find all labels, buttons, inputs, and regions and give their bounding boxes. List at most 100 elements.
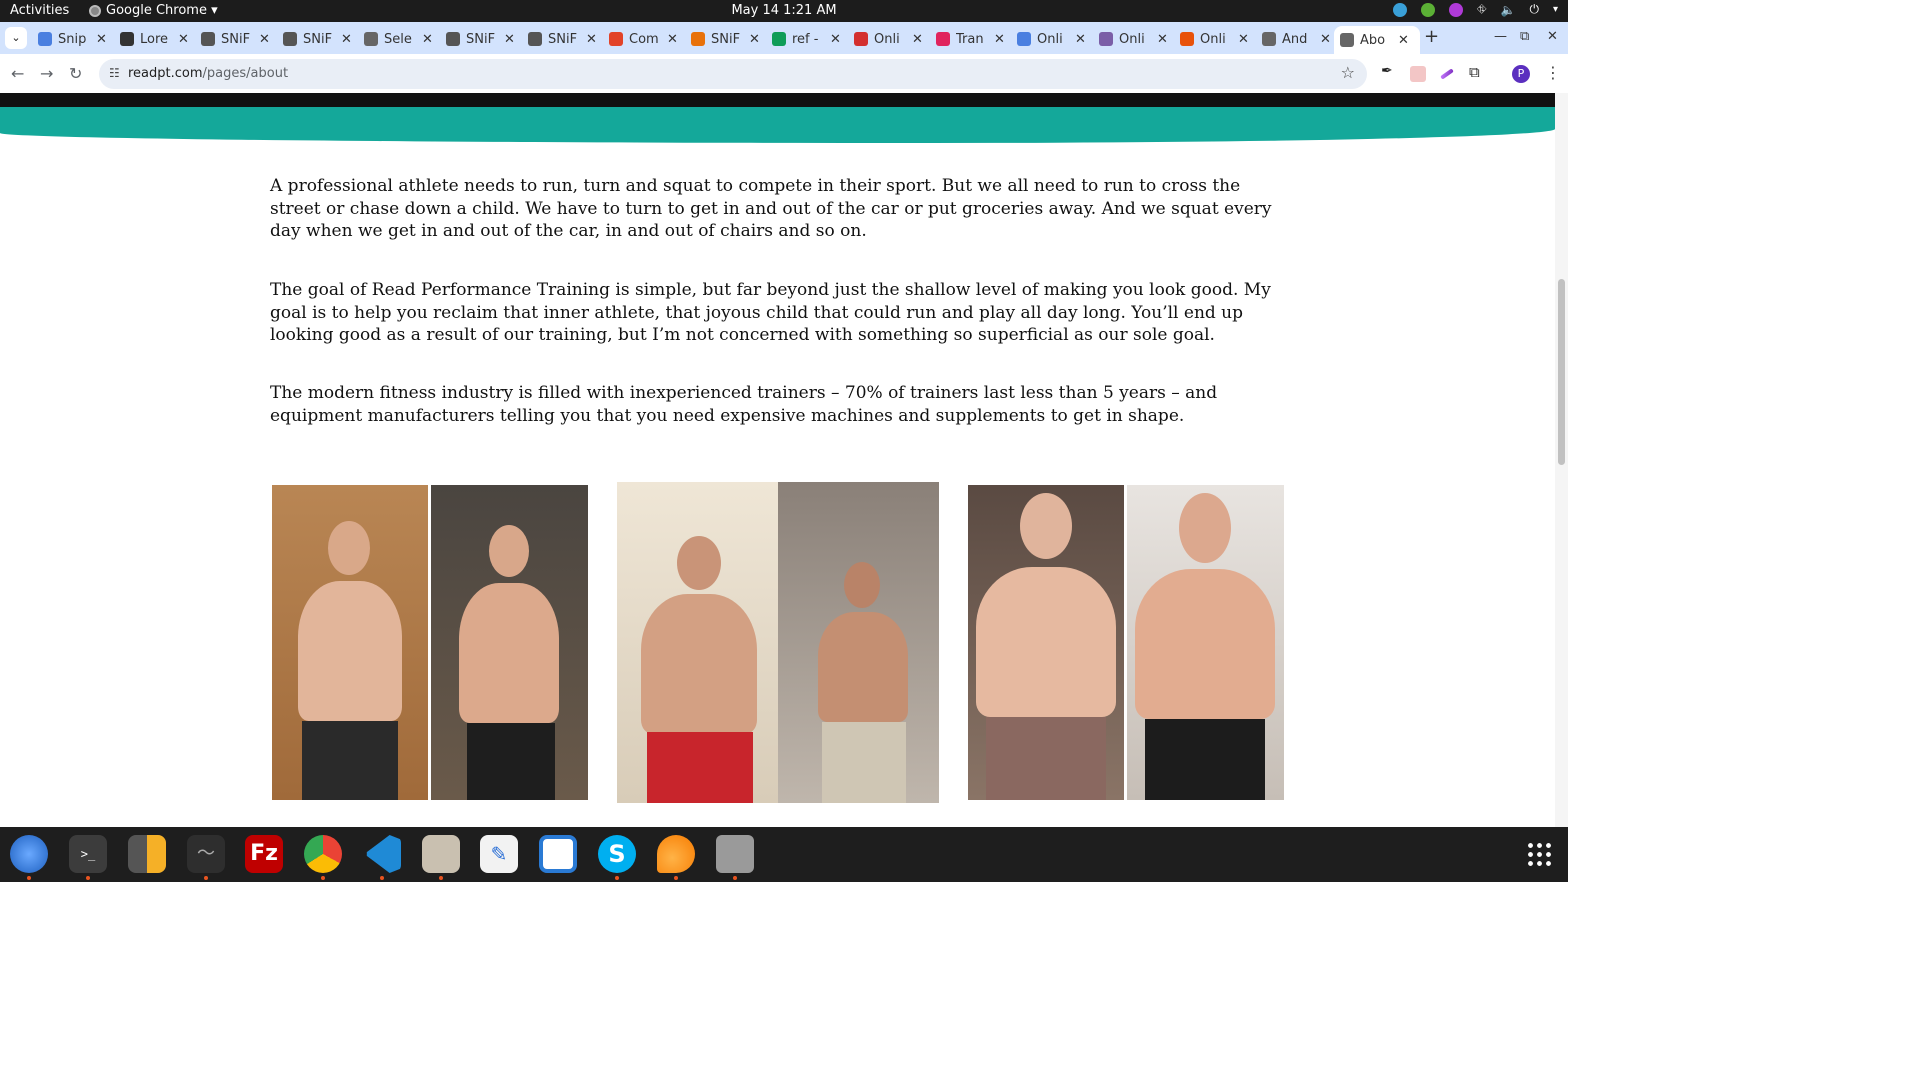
browser-tab[interactable]: Abo ✕ <box>1334 26 1420 54</box>
tab-close-icon[interactable]: ✕ <box>504 32 515 47</box>
forward-button[interactable]: → <box>40 64 53 83</box>
running-indicator <box>380 876 384 880</box>
tab-close-icon[interactable]: ✕ <box>96 32 107 47</box>
update-icon[interactable] <box>1420 2 1435 17</box>
system-tray[interactable]: ⛗ 🔈 ⏻ ▾ <box>1392 2 1558 17</box>
browser-tab[interactable]: Onli ✕ <box>1011 26 1091 52</box>
browser-tab[interactable]: SNiF ✕ <box>685 26 765 52</box>
tab-search-button[interactable]: ⌄ <box>5 27 27 49</box>
vscode-icon[interactable] <box>366 835 401 873</box>
person-torso <box>298 581 402 721</box>
bookmark-star-icon[interactable]: ☆ <box>1341 63 1355 82</box>
files-icon[interactable] <box>422 835 460 873</box>
browser-tab[interactable]: Onli ✕ <box>1093 26 1173 52</box>
disk-icon[interactable] <box>716 835 754 873</box>
tab-title: Snip <box>58 31 87 47</box>
restore-icon[interactable]: ⧉ <box>1520 29 1529 44</box>
tab-title: SNiF <box>548 31 578 47</box>
xampp-icon[interactable] <box>657 835 695 873</box>
site-info-icon[interactable]: ☷ <box>109 66 120 80</box>
browser-tab[interactable]: Onli ✕ <box>848 26 928 52</box>
tab-favicon-icon <box>1099 32 1113 46</box>
tab-close-icon[interactable]: ✕ <box>422 32 433 47</box>
address-bar[interactable]: ☷ readpt.com/pages/about ☆ <box>99 59 1367 89</box>
profile-avatar[interactable]: P <box>1512 65 1530 83</box>
browser-tab[interactable]: Onli ✕ <box>1174 26 1254 52</box>
volume-icon[interactable]: 🔈 <box>1501 3 1516 17</box>
minimize-icon[interactable]: — <box>1494 29 1507 44</box>
tab-close-icon[interactable]: ✕ <box>994 32 1005 47</box>
browser-tab[interactable]: SNiF ✕ <box>195 26 275 52</box>
calendar-extension-icon[interactable] <box>1410 66 1426 82</box>
new-tab-button[interactable]: + <box>1424 26 1439 47</box>
activities-button[interactable]: Activities <box>10 3 69 18</box>
reload-button[interactable]: ↻ <box>69 64 82 83</box>
chrome-menu-icon[interactable]: ⋮ <box>1545 63 1561 82</box>
show-apps-grid-icon[interactable] <box>1526 841 1552 867</box>
tab-favicon-icon <box>936 32 950 46</box>
browser-tab[interactable]: Sele ✕ <box>358 26 438 52</box>
browser-tab[interactable]: And ✕ <box>1256 26 1336 52</box>
tab-favicon-icon <box>1180 32 1194 46</box>
browser-tab[interactable]: Tran ✕ <box>930 26 1010 52</box>
browser-tab[interactable]: Lore ✕ <box>114 26 194 52</box>
app-menu-label: Google Chrome ▾ <box>106 3 218 18</box>
scrollbar-thumb[interactable] <box>1558 279 1565 465</box>
skype-icon[interactable]: S <box>598 835 636 873</box>
browser-tab[interactable]: Com ✕ <box>603 26 683 52</box>
app-menu[interactable]: Google Chrome ▾ <box>89 3 218 18</box>
tab-close-icon[interactable]: ✕ <box>912 32 923 47</box>
extensions-puzzle-icon[interactable]: ⧉ <box>1469 63 1485 81</box>
browser-tab[interactable]: Snip ✕ <box>32 26 112 52</box>
browser-tab[interactable]: SNiF ✕ <box>440 26 520 52</box>
chevron-down-icon[interactable]: ▾ <box>1553 4 1558 15</box>
clock[interactable]: May 14 1:21 AM <box>0 3 1568 18</box>
person-shorts <box>302 721 398 800</box>
close-window-icon[interactable]: ✕ <box>1547 29 1558 44</box>
running-indicator <box>86 876 90 880</box>
tab-close-icon[interactable]: ✕ <box>1157 32 1168 47</box>
sync-icon[interactable] <box>1392 2 1407 17</box>
power-icon[interactable]: ⏻ <box>1529 2 1539 17</box>
person-head <box>1179 493 1231 563</box>
transformation-photo-3 <box>968 485 1284 800</box>
terminal-icon[interactable]: >_ <box>69 835 107 873</box>
eyedropper-extension-icon[interactable]: ✒ <box>1381 63 1397 79</box>
tab-close-icon[interactable]: ✕ <box>178 32 189 47</box>
tab-favicon-icon <box>854 32 868 46</box>
libreoffice-writer-icon[interactable] <box>539 835 577 873</box>
tab-close-icon[interactable]: ✕ <box>667 32 678 47</box>
tab-close-icon[interactable]: ✕ <box>1238 32 1249 47</box>
tab-close-icon[interactable]: ✕ <box>259 32 270 47</box>
browser-tab[interactable]: SNiF ✕ <box>522 26 602 52</box>
tab-close-icon[interactable]: ✕ <box>749 32 760 47</box>
person-torso <box>459 583 559 723</box>
running-indicator <box>733 876 737 880</box>
system-monitor-icon[interactable]: 〜 <box>187 835 225 873</box>
running-indicator <box>615 876 619 880</box>
tab-favicon-icon <box>120 32 134 46</box>
filezilla-icon[interactable]: Fz <box>245 835 283 873</box>
browser-tab[interactable]: ref - ✕ <box>766 26 846 52</box>
browser-tab[interactable]: SNiF ✕ <box>277 26 357 52</box>
person-torso <box>641 594 757 734</box>
pen-extension-icon[interactable] <box>1440 68 1454 80</box>
calculator-icon[interactable] <box>128 835 166 873</box>
tab-close-icon[interactable]: ✕ <box>830 32 841 47</box>
page-viewport[interactable]: A professional athlete needs to run, tur… <box>0 93 1555 827</box>
tab-close-icon[interactable]: ✕ <box>341 32 352 47</box>
tab-title: Onli <box>1037 31 1063 47</box>
person-head <box>844 562 880 608</box>
thunderbird-icon[interactable] <box>10 835 48 873</box>
network-icon[interactable]: ⛗ <box>1477 2 1487 17</box>
text-editor-icon[interactable]: ✎ <box>480 835 518 873</box>
tab-close-icon[interactable]: ✕ <box>1320 32 1331 47</box>
page-scrollbar[interactable] <box>1555 93 1568 827</box>
back-button[interactable]: ← <box>11 64 24 83</box>
tab-close-icon[interactable]: ✕ <box>1398 33 1409 48</box>
chrome-icon[interactable] <box>304 835 342 873</box>
url-text[interactable]: readpt.com/pages/about <box>128 66 288 81</box>
tab-close-icon[interactable]: ✕ <box>586 32 597 47</box>
color-picker-icon[interactable] <box>1448 2 1463 17</box>
tab-close-icon[interactable]: ✕ <box>1075 32 1086 47</box>
